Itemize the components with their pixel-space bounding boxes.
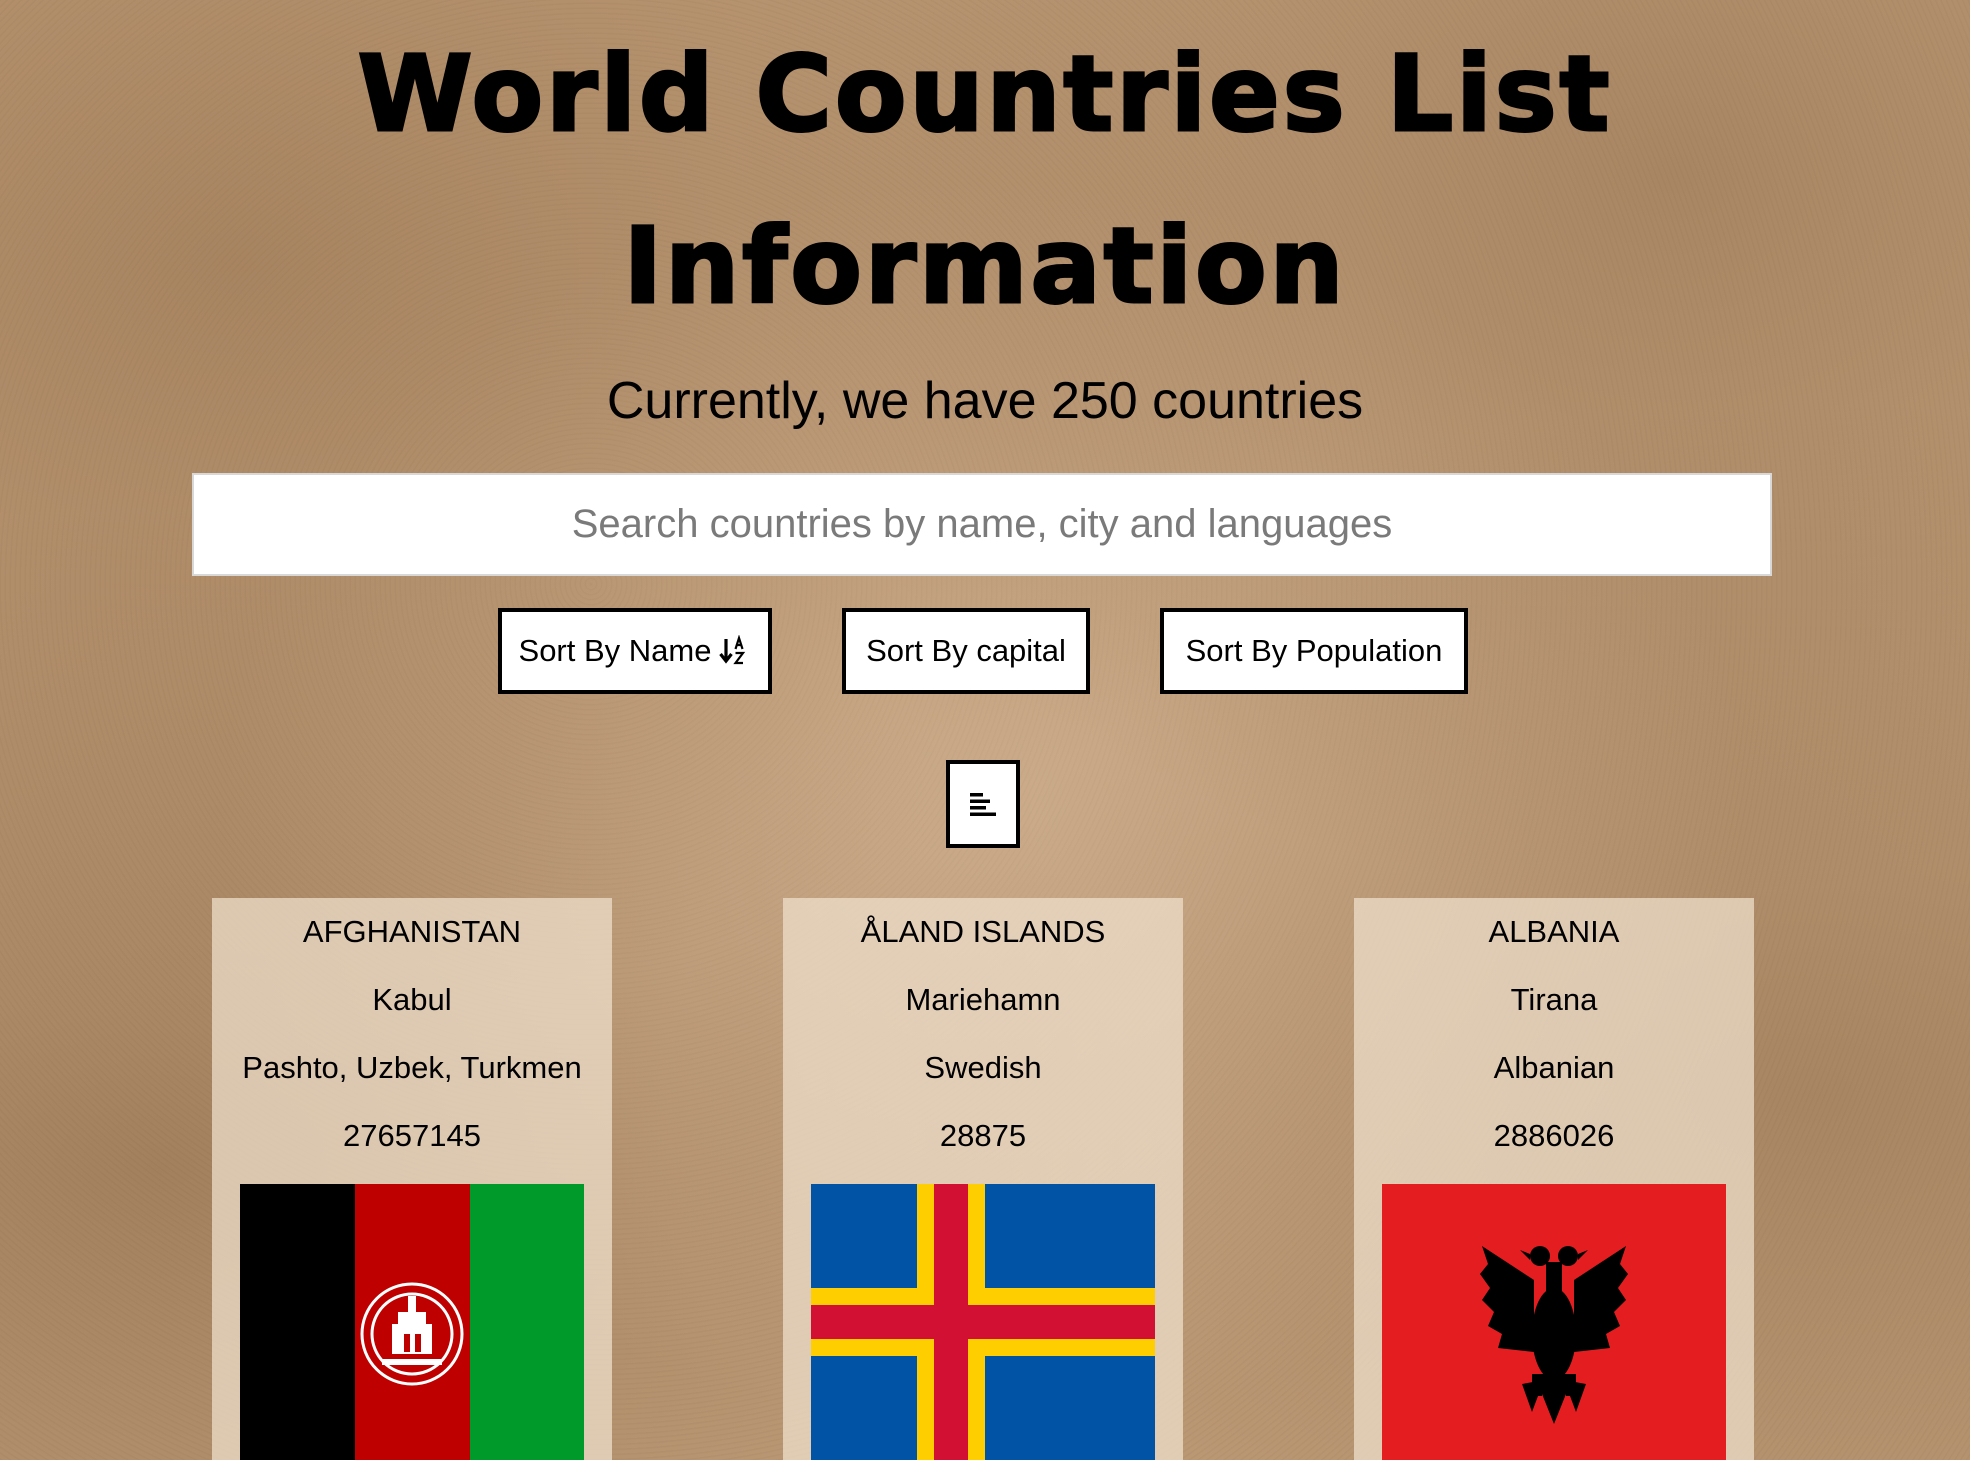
sort-by-population-button[interactable]: Sort By Population [1160, 608, 1468, 694]
country-languages: Swedish [924, 1050, 1042, 1085]
sort-by-capital-button[interactable]: Sort By capital [842, 608, 1090, 694]
page-title-line-2: Information [622, 204, 1347, 329]
page-title-line-1: World Countries List [356, 32, 1613, 157]
albania-flag [1382, 1184, 1726, 1460]
country-card: ALBANIA Tirana Albanian 2886026 [1354, 898, 1754, 1460]
align-left-lines-icon [970, 793, 996, 816]
afghanistan-flag [240, 1184, 584, 1460]
country-population: 28875 [939, 1118, 1027, 1153]
sort-by-population-label: Sort By Population [1185, 633, 1443, 668]
country-capital: Mariehamn [905, 982, 1061, 1017]
country-population: 27657145 [343, 1118, 481, 1153]
country-card: ÅLAND ISLANDS Mariehamn Swedish 28875 [783, 898, 1183, 1460]
country-capital: Tirana [1510, 982, 1598, 1017]
country-population: 2886026 [1493, 1118, 1615, 1153]
country-count-text: Currently, we have 250 countries [606, 372, 1364, 430]
country-card: AFGHANISTAN Kabul Pashto, Uzbek, Turkmen… [212, 898, 612, 1460]
country-name: ALBANIA [1488, 914, 1620, 949]
sort-alpha-down-icon [719, 635, 746, 665]
page-title: World Countries List Information [0, 8, 1970, 352]
search-input[interactable] [192, 473, 1772, 576]
sort-by-name-button[interactable]: Sort By Name [498, 608, 772, 694]
country-languages: Pashto, Uzbek, Turkmen [242, 1050, 582, 1085]
country-languages: Albanian [1493, 1050, 1615, 1085]
country-name: ÅLAND ISLANDS [860, 914, 1106, 949]
view-toggle-button[interactable] [946, 760, 1020, 848]
country-capital: Kabul [372, 982, 452, 1017]
country-name: AFGHANISTAN [302, 914, 522, 949]
sort-by-capital-label: Sort By capital [866, 633, 1066, 668]
sort-by-name-label: Sort By Name [518, 633, 712, 668]
aland-islands-flag [811, 1184, 1155, 1460]
